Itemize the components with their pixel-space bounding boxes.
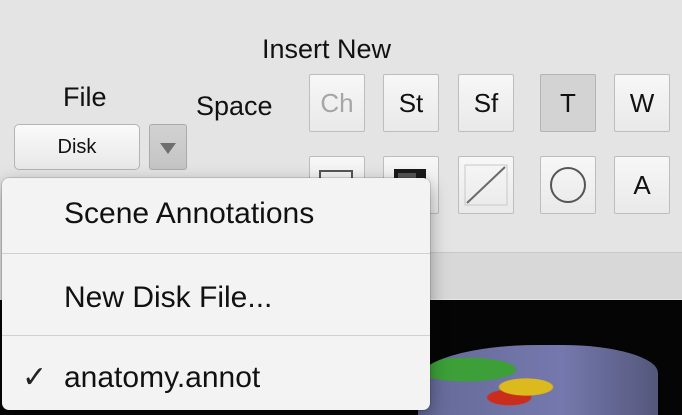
oval-icon [550,167,586,203]
chevron-down-icon [160,143,176,154]
file-dropdown-button[interactable] [149,124,187,170]
checkmark-icon: ✓ [22,361,48,394]
menu-item-anatomy-annot[interactable]: ✓ anatomy.annot [2,348,430,408]
insert-text-button[interactable]: A [614,156,670,214]
space-stereotaxic-button[interactable]: St [383,74,439,132]
menu-item-label: Scene Annotations [64,197,315,230]
menu-item-scene-annotations[interactable]: Scene Annotations [2,184,430,244]
space-window-button[interactable]: W [614,74,670,132]
menu-item-label: anatomy.annot [64,361,261,394]
line-icon [464,164,508,206]
file-label: File [63,82,107,112]
insert-line-button[interactable] [458,156,514,214]
space-surface-button[interactable]: Sf [458,74,514,132]
insert-oval-button[interactable] [540,156,596,214]
menu-separator [2,335,430,336]
insert-new-label: Insert New [262,34,392,64]
space-chart-button[interactable]: Ch [309,74,365,132]
brain-surface-image [418,345,658,415]
file-combo: Disk [14,124,187,172]
space-tab-button[interactable]: T [540,74,596,132]
file-dropdown-menu: Scene Annotations New Disk File... ✓ ana… [2,178,430,410]
space-label: Space [196,91,273,121]
menu-item-new-disk-file[interactable]: New Disk File... [2,268,430,328]
menu-separator [2,253,430,254]
disk-button[interactable]: Disk [14,124,140,170]
panel-divider [420,252,682,299]
menu-item-label: New Disk File... [64,281,273,314]
